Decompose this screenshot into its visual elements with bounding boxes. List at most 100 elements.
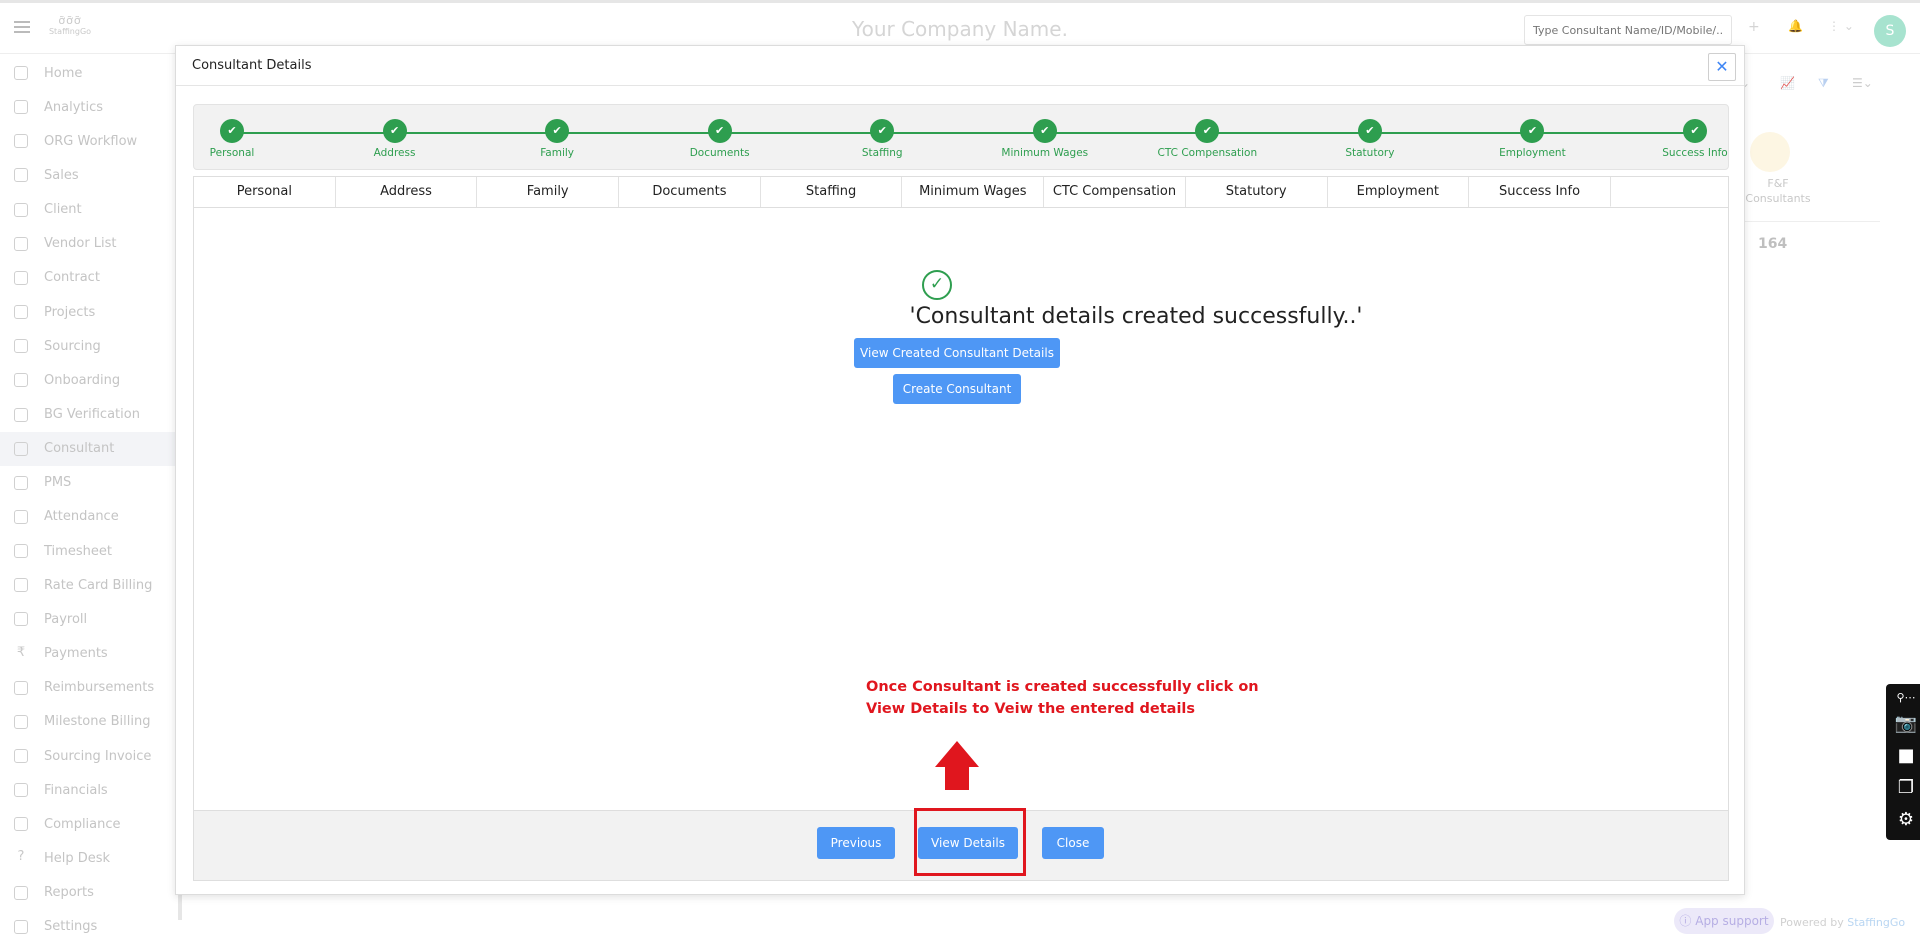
app-support-button[interactable]: ⓘ App support [1674,908,1774,934]
windows-icon[interactable]: ❐ [1894,778,1918,798]
step-address[interactable]: ✔ Address [335,119,455,159]
logo-text: StaffingGo [48,27,92,36]
powered-by-label: Powered by [1780,916,1844,929]
step-check-icon: ✔ [220,119,244,143]
step-check-icon: ✔ [1032,119,1057,143]
sidebar-item-label: Analytics [44,99,104,115]
sidebar-item-label: Payments [44,646,108,662]
sidebar-item-sourcing-invoice[interactable]: Sourcing Invoice [0,739,180,773]
more-options-icon[interactable]: ⋮ ⌄ [1828,19,1854,33]
tab-address[interactable]: Address [336,177,478,207]
powered-by-brand[interactable]: StaffingGo [1847,916,1905,929]
sidebar-item-label: BG Verification [44,407,140,422]
modal-title: Consultant Details [192,58,312,73]
step-employment[interactable]: ✔ Employment [1472,119,1592,159]
sidebar-item-reports[interactable]: Reports [0,876,180,910]
sidebar-item-home[interactable]: Home [0,56,180,90]
tab-family[interactable]: Family [477,177,620,207]
sidebar-item-settings[interactable]: Settings [0,910,180,936]
step-label: Family [540,147,574,159]
sidebar-item-rate-card-billing[interactable]: Rate Card Billing [0,568,180,602]
step-personal[interactable]: ✔ Personal [172,119,292,159]
sidebar-item-label: Onboarding [44,372,121,388]
sidebar-item-help-desk[interactable]: ? Help Desk [0,841,180,875]
camera-icon[interactable]: 📷 [1894,714,1918,734]
sidebar-item-label: Sourcing [44,338,101,354]
sidebar-item-reimbursements[interactable]: Reimbursements [0,671,180,705]
sidebar-item-onboarding[interactable]: Onboarding [0,363,180,397]
sidebar-item-consultant[interactable]: Consultant [0,431,180,466]
sidebar-item-compliance[interactable]: Compliance [0,807,180,841]
ff-consultants-count: 164 [1758,236,1788,252]
sidebar-item-sales[interactable]: Sales [0,158,180,192]
reports-icon [14,885,28,900]
help-icon: ⓘ [1679,914,1696,928]
sidebar-item-label: Consultant [44,441,115,457]
bell-icon[interactable]: 🔔 [1788,19,1803,33]
step-staffing[interactable]: ✔ Staffing [822,119,942,159]
create-consultant-button[interactable]: Create Consultant [893,374,1021,404]
tab-personal[interactable]: Personal [194,177,336,207]
sidebar-item-financials[interactable]: Financials [0,773,180,807]
highlight-box [914,808,1026,876]
tab-staffing[interactable]: Staffing [761,177,903,207]
view-created-consultant-button[interactable]: View Created Consultant Details [854,338,1060,368]
sidebar-item-payments[interactable]: ₹ Payments [0,637,180,671]
sidebar-item-bg-verification[interactable]: BG Verification [0,398,180,432]
filter-icon[interactable]: ⧩ [1818,76,1829,91]
step-statutory[interactable]: ✔ Statutory [1310,119,1430,159]
step-label: CTC Compensation [1157,147,1258,159]
sidebar-item-payroll[interactable]: Payroll [0,602,180,636]
sidebar-item-vendor-list[interactable]: Vendor List [0,227,180,261]
step-success-info[interactable]: ✔ Success Info [1635,119,1755,159]
step-minimum-wages[interactable]: ✔ Minimum Wages [985,119,1105,159]
sidebar-item-projects[interactable]: Projects [0,295,180,329]
step-documents[interactable]: ✔ Documents [660,119,780,159]
modal-header: Consultant Details ✕ [176,46,1744,86]
tab-minimum-wages[interactable]: Minimum Wages [902,177,1045,207]
sidebar-item-client[interactable]: Client [0,193,180,227]
sidebar-item-pms[interactable]: PMS [0,466,180,500]
arrow-up-icon [935,741,979,767]
previous-button[interactable]: Previous [817,827,895,859]
user-avatar[interactable]: S [1874,15,1906,47]
step-check-icon: ✔ [870,119,895,143]
step-family[interactable]: ✔ Family [497,119,617,159]
tab-employment[interactable]: Employment [1328,177,1470,207]
sidebar-item-milestone-billing[interactable]: Milestone Billing [0,705,180,739]
consultant-search-input[interactable] [1524,15,1732,45]
annotation-line-1: Once Consultant is created successfully … [866,679,1259,695]
workflow-icon [14,134,28,149]
close-icon[interactable]: ✕ [1708,53,1736,81]
tab-documents[interactable]: Documents [619,177,761,207]
attendance-icon [14,509,28,524]
company-logo[interactable]: ỡỡỡ StaffingGo [48,15,92,43]
sidebar-item-contract[interactable]: Contract [0,261,180,295]
video-icon[interactable]: ■ [1894,746,1918,766]
progress-stepper: ✔ Personal ✔ Address ✔ Family ✔ Documents ✔ Staff… [193,104,1729,170]
sidebar-item-label: Help Desk [44,850,111,866]
sidebar-item-org-workflow[interactable]: ORG Workflow [0,124,180,158]
tab-success-info[interactable]: Success Info [1469,177,1611,207]
tab-statutory[interactable]: Statutory [1186,177,1328,207]
sidebar-item-label: PMS [44,475,72,491]
toolbar-more-icon[interactable]: ⚲⋯ [1894,688,1918,708]
hamburger-menu-icon[interactable] [14,21,30,33]
list-view-icon[interactable]: ☰⌄ [1852,76,1873,90]
chart-icon[interactable]: 📈 [1780,76,1795,90]
sidebar-item-analytics[interactable]: Analytics [0,90,180,124]
sidebar-item-label: Compliance [44,816,121,832]
gear-icon[interactable]: ⚙ [1894,810,1918,830]
close-button[interactable]: Close [1042,827,1104,859]
plus-icon[interactable]: + [1748,19,1760,35]
milestone-icon [14,714,28,729]
sidebar-item-sourcing[interactable]: Sourcing [0,329,180,363]
tab-ctc-compensation[interactable]: CTC Compensation [1044,177,1186,207]
sidebar-item-label: Sourcing Invoice [44,748,152,764]
sidebar-item-attendance[interactable]: Attendance [0,500,180,534]
step-ctc-compensation[interactable]: ✔ CTC Compensation [1147,119,1267,159]
sidebar-item-timesheet[interactable]: Timesheet [0,534,180,568]
projects-icon [14,305,28,320]
reimbursements-icon [14,680,28,695]
sidebar-item-label: Milestone Billing [44,714,151,730]
